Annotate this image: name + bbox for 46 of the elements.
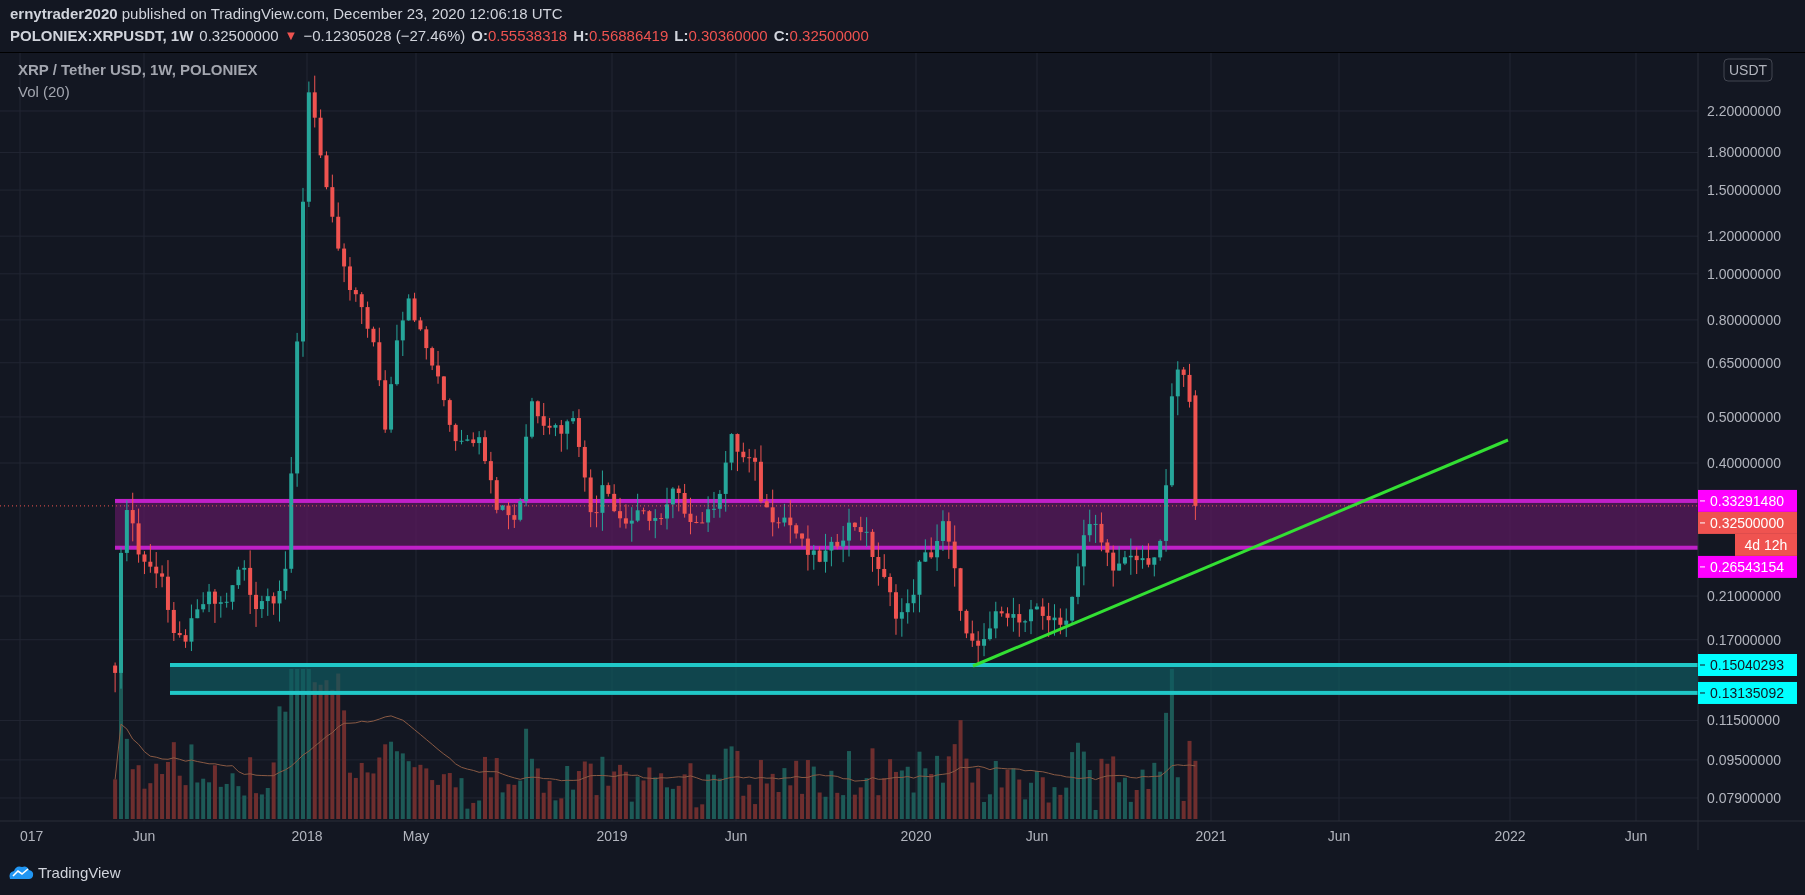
price-tick: 0.80000000 — [1707, 311, 1781, 328]
time-tick: Jun — [132, 828, 156, 844]
price-label: 0.33291480 — [1698, 489, 1797, 512]
price-tick: 0.17000000 — [1707, 631, 1781, 648]
ohlc-value: O:0.55538318 — [471, 26, 568, 46]
time-tick: 2019 — [596, 828, 628, 844]
publish-info: ernytrader2020 published on TradingView.com, December 23, 2020 12:06:18 UTC — [10, 4, 564, 24]
price-label: 0.13135092 — [1698, 681, 1797, 704]
price-change: −0.12305028 (−27.46%) — [303, 26, 466, 46]
price-tick: 1.80000000 — [1707, 144, 1781, 161]
symbol-title: POLONIEX:XRPUSDT, 1W — [10, 26, 194, 46]
series-title: XRP / Tether USD, 1W, POLONIEX — [18, 60, 258, 80]
price-tick: 0.65000000 — [1707, 354, 1781, 371]
time-tick: Jun — [1327, 828, 1351, 844]
time-tick: 2020 — [900, 828, 932, 844]
time-tick: Jun — [1025, 828, 1049, 844]
price-tick: 0.07900000 — [1707, 789, 1781, 806]
last-price: 0.32500000 — [199, 26, 279, 46]
price-tick: 0.21000000 — [1707, 588, 1781, 605]
price-label: 0.26543154 — [1698, 555, 1797, 578]
time-tick: May — [402, 828, 430, 844]
cloud-chart-icon — [8, 864, 34, 880]
ohlc-value: C:0.32500000 — [773, 26, 869, 46]
price-tick: 2.20000000 — [1707, 103, 1781, 119]
time-tick: 017 — [20, 828, 44, 844]
price-tick: 0.40000000 — [1707, 455, 1781, 471]
price-tick: 1.00000000 — [1707, 265, 1781, 282]
brand-name[interactable]: TradingView — [38, 863, 121, 881]
time-tick: 2021 — [1195, 828, 1227, 844]
ohlc-value: H:0.56886419 — [573, 26, 669, 46]
time-tick: Jun — [1624, 828, 1648, 844]
countdown-label: 4d 12h — [1735, 533, 1797, 556]
time-tick: Jun — [724, 828, 748, 844]
ohlc-value: L:0.30360000 — [674, 26, 768, 46]
price-tick: 1.20000000 — [1707, 228, 1781, 245]
price-label: 0.32500000 — [1698, 511, 1797, 534]
currency-badge[interactable]: USDT — [1723, 58, 1773, 82]
time-tick: 2018 — [291, 828, 323, 844]
down-arrow-icon: ▼ — [284, 25, 298, 47]
price-tick: 0.11500000 — [1707, 712, 1780, 729]
price-label: 0.15040293 — [1698, 654, 1797, 676]
indicator-label: Vol (20) — [18, 82, 71, 102]
price-tick: 0.50000000 — [1707, 408, 1781, 425]
time-tick: 2022 — [1494, 828, 1526, 844]
price-tick: 1.50000000 — [1707, 182, 1781, 199]
price-tick: 0.09500000 — [1707, 751, 1781, 768]
